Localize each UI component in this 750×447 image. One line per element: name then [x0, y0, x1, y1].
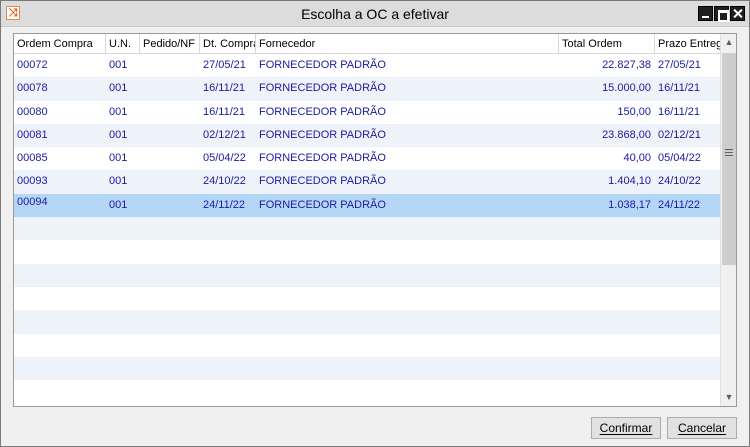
empty-table-row — [14, 240, 720, 263]
empty-table-row — [14, 380, 720, 403]
column-header-fornecedor[interactable]: Fornecedor — [256, 34, 559, 54]
cell-dt-compra: 27/05/21 — [203, 59, 246, 71]
column-header-ordem-compra[interactable]: Ordem Compra — [14, 34, 106, 54]
table-row[interactable]: 00078 001 16/11/21 FORNECEDOR PADRÃO 15.000,… — [14, 77, 720, 101]
cell-fornecedor: FORNECEDOR PADRÃO — [259, 128, 386, 141]
confirm-button[interactable]: Confirmar — [591, 417, 661, 439]
cell-prazo-entrega: 16/11/21 — [658, 82, 701, 95]
cell-ordem-compra: 00080 — [17, 105, 48, 118]
cell-pedido-nf — [140, 124, 200, 147]
cell-pedido-nf — [140, 54, 200, 77]
cell-dt-compra: 16/11/21 — [203, 82, 246, 95]
title-bar[interactable]: ⤨ Escolha a OC a efetivar — [1, 1, 749, 27]
table-row[interactable]: 00081 001 02/12/21 FORNECEDOR PADRÃO 23.868,… — [14, 123, 720, 148]
table-row[interactable]: 00072 001 27/05/21 FORNECEDOR PADRÃO 22.827,… — [14, 54, 720, 77]
scrollbar-thumb[interactable] — [722, 53, 736, 265]
cell-ordem-compra: 00085 — [17, 152, 48, 165]
cell-dt-compra: 05/04/22 — [203, 152, 246, 165]
scroll-up-arrow-icon[interactable]: ▲ — [721, 34, 736, 51]
grid-header: Ordem Compra U.N. Pedido/NF Dt. Compra F… — [14, 34, 720, 54]
column-header-pedido-nf[interactable]: Pedido/NF — [140, 34, 200, 54]
cell-pedido-nf — [140, 77, 200, 100]
cell-un: 001 — [109, 198, 128, 211]
purchase-orders-grid[interactable]: Ordem Compra U.N. Pedido/NF Dt. Compra F… — [13, 33, 737, 407]
cell-pedido-nf — [140, 170, 200, 193]
cell-un: 001 — [109, 82, 128, 95]
column-header-prazo-entrega[interactable]: Prazo Entrega — [655, 34, 720, 54]
grip-icon — [725, 149, 733, 156]
cell-dt-compra: 24/11/22 — [203, 198, 246, 211]
cell-prazo-entrega: 05/04/22 — [658, 152, 701, 165]
cell-dt-compra: 24/10/22 — [203, 175, 246, 188]
cell-ordem-compra: 00078 — [17, 82, 48, 95]
cell-fornecedor: FORNECEDOR PADRÃO — [259, 105, 386, 118]
scroll-down-arrow-icon[interactable]: ▼ — [721, 389, 736, 406]
cell-total-ordem: 1.038,17 — [608, 198, 651, 211]
cell-ordem-compra: 00072 — [17, 59, 48, 71]
empty-table-row — [14, 263, 720, 287]
empty-table-row — [14, 356, 720, 381]
cell-total-ordem: 40,00 — [623, 152, 651, 165]
cell-un: 001 — [109, 128, 128, 141]
column-header-total-ordem[interactable]: Total Ordem — [559, 34, 655, 54]
empty-table-row — [14, 287, 720, 310]
empty-table-row — [14, 334, 720, 357]
cell-prazo-entrega: 24/11/22 — [658, 198, 701, 211]
cell-prazo-entrega: 24/10/22 — [658, 175, 701, 188]
cell-prazo-entrega: 27/05/21 — [658, 59, 701, 71]
cell-total-ordem: 1.404,10 — [608, 175, 651, 188]
cell-total-ordem: 150,00 — [617, 105, 651, 118]
minimize-button[interactable] — [698, 6, 713, 21]
cell-dt-compra: 02/12/21 — [203, 128, 246, 141]
cell-ordem-compra: 00094 — [17, 195, 48, 208]
table-row[interactable]: 00093 001 24/10/22 FORNECEDOR PADRÃO 1.404,1… — [14, 170, 720, 194]
cell-total-ordem: 22.827,38 — [602, 59, 651, 71]
cell-fornecedor: FORNECEDOR PADRÃO — [259, 152, 386, 165]
empty-table-row — [14, 217, 720, 241]
table-row[interactable]: 00094 001 24/11/22 FORNECEDOR PADRÃO 1.038,1… — [14, 193, 720, 218]
empty-table-row — [14, 310, 720, 334]
cell-un: 001 — [109, 152, 128, 165]
cell-fornecedor: FORNECEDOR PADRÃO — [259, 198, 386, 211]
cell-prazo-entrega: 16/11/21 — [658, 105, 701, 118]
dialog-window: ⤨ Escolha a OC a efetivar Ordem Compra U… — [0, 0, 750, 447]
cell-ordem-compra: 00081 — [17, 128, 48, 141]
cell-un: 001 — [109, 105, 128, 118]
cell-pedido-nf — [140, 101, 200, 124]
cell-fornecedor: FORNECEDOR PADRÃO — [259, 175, 386, 188]
table-row[interactable]: 00080 001 16/11/21 FORNECEDOR PADRÃO 150,00 1… — [14, 101, 720, 124]
cancel-button[interactable]: Cancelar — [667, 417, 737, 439]
cell-pedido-nf — [140, 147, 200, 170]
grid-rows: 00072 001 27/05/21 FORNECEDOR PADRÃO 22.827,… — [14, 54, 720, 403]
window-title: Escolha a OC a efetivar — [301, 6, 449, 22]
vertical-scrollbar[interactable]: ▲ ▼ — [720, 34, 736, 406]
close-button[interactable] — [730, 6, 745, 21]
column-header-dt-compra[interactable]: Dt. Compra — [200, 34, 256, 54]
cell-fornecedor: FORNECEDOR PADRÃO — [259, 59, 386, 71]
cell-prazo-entrega: 02/12/21 — [658, 128, 701, 141]
cell-ordem-compra: 00093 — [17, 175, 48, 188]
column-header-un[interactable]: U.N. — [106, 34, 140, 54]
table-row[interactable]: 00085 001 05/04/22 FORNECEDOR PADRÃO 40,00 05… — [14, 147, 720, 170]
maximize-button[interactable] — [714, 6, 729, 22]
cell-un: 001 — [109, 175, 128, 188]
cell-un: 001 — [109, 59, 128, 71]
cell-pedido-nf — [140, 194, 200, 217]
cell-total-ordem: 23.868,00 — [602, 128, 651, 141]
cell-dt-compra: 16/11/21 — [203, 105, 246, 118]
cell-fornecedor: FORNECEDOR PADRÃO — [259, 82, 386, 95]
cell-total-ordem: 15.000,00 — [602, 82, 651, 95]
